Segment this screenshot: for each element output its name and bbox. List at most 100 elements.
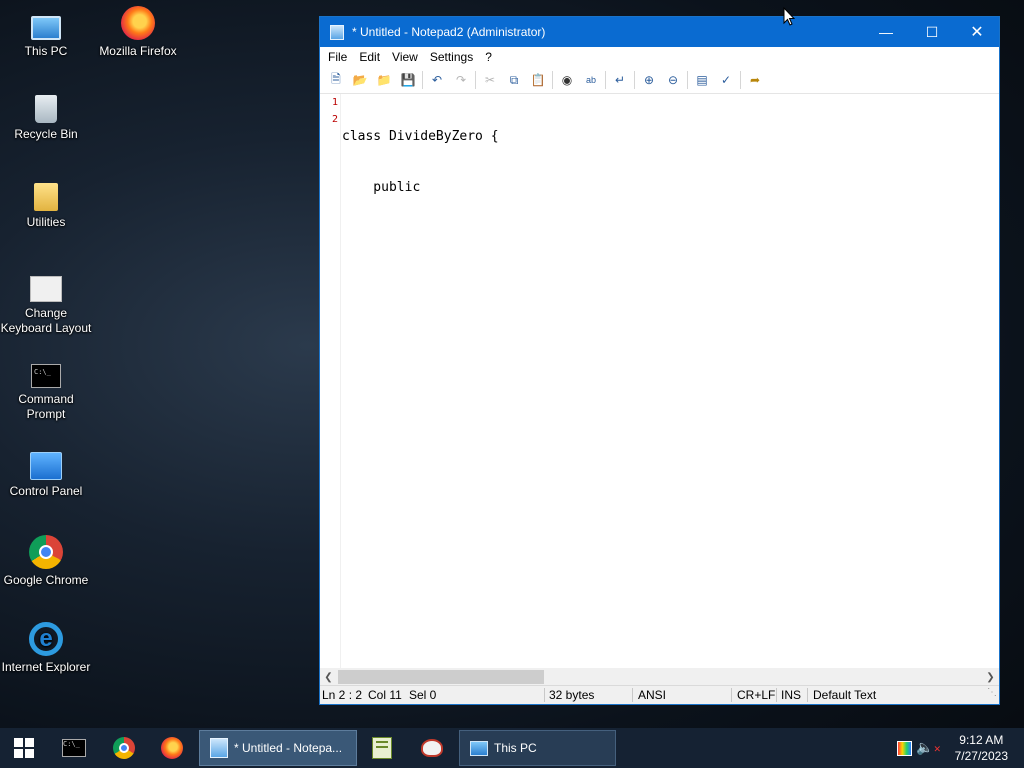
desktop-icon-label: Control Panel [9,484,83,498]
keyboard-layout-icon [30,276,62,302]
computer-icon [470,740,488,756]
desktop-icon-label: Command Prompt [18,392,74,421]
taskbar-chrome[interactable] [100,728,148,768]
clock[interactable]: 9:12 AM 7/27/2023 [955,732,1008,764]
status-divider [807,688,808,702]
desktop-icon-command-prompt[interactable]: C:\_ Command Prompt [0,358,92,422]
desktop-icon-label: Change Keyboard Layout [0,306,92,335]
desktop-icon-this-pc[interactable]: This PC [0,8,92,59]
clock-time: 9:12 AM [959,733,1004,747]
toolbar: 🗎 📂 📁 💾 ↶ ↷ ✂ ⧉ 📋 ◉ ab ↵ ⊕ ⊖ ▤ ✓ ➦ [320,67,999,94]
find-icon[interactable]: ◉ [557,70,577,90]
desktop-icon-label: Recycle Bin [14,127,78,141]
taskbar-paint-app[interactable] [408,728,456,768]
maximize-button[interactable]: ☐ [909,17,955,47]
menu-bar: File Edit View Settings ? [320,47,999,67]
minimize-button[interactable]: — [863,17,909,47]
command-prompt-icon: C:\_ [62,739,86,757]
control-panel-icon [30,452,62,480]
desktop-icon-change-keyboard-layout[interactable]: Change Keyboard Layout [0,270,92,336]
paste-icon[interactable]: 📋 [528,70,548,90]
exit-icon[interactable]: ➦ [745,70,765,90]
menu-file[interactable]: File [322,50,353,64]
toolbar-separator [740,71,741,89]
menu-view[interactable]: View [386,50,424,64]
code-line: public [342,180,421,195]
replace-icon[interactable]: ab [581,70,601,90]
internet-explorer-icon: e [29,622,63,656]
desktop-icon-recycle-bin[interactable]: Recycle Bin [0,95,92,142]
word-wrap-icon[interactable]: ↵ [610,70,630,90]
volume-muted-icon[interactable]: 🔈✕ [916,739,941,756]
status-divider [632,688,633,702]
firefox-icon [121,6,155,40]
task-label: This PC [494,741,537,755]
browse-icon[interactable]: 📁 [374,70,394,90]
status-encoding[interactable]: ANSI [638,688,666,702]
taskbar-command-prompt[interactable]: C:\_ [50,728,98,768]
cut-icon[interactable]: ✂ [480,70,500,90]
status-mode[interactable]: INS [781,688,801,702]
recycle-bin-icon [35,95,57,123]
undo-icon[interactable]: ↶ [427,70,447,90]
desktop-icon-utilities[interactable]: Utilities [0,183,92,230]
paint-icon [421,739,443,757]
start-button[interactable] [0,728,48,768]
scroll-left-icon[interactable]: ❮ [320,668,337,686]
redo-icon[interactable]: ↷ [451,70,471,90]
status-divider [544,688,545,702]
code-line: class DivideByZero { [342,129,499,144]
window-title: * Untitled - Notepad2 (Administrator) [352,25,546,39]
save-icon[interactable]: 💾 [398,70,418,90]
new-file-icon[interactable]: 🗎 [326,70,346,90]
menu-settings[interactable]: Settings [424,50,479,64]
toolbar-separator [422,71,423,89]
horizontal-scrollbar[interactable]: ❮ ❯ [320,668,999,686]
desktop-icon-label: Internet Explorer [1,660,91,674]
line-number-gutter: 1 2 [320,94,341,668]
status-scheme[interactable]: Default Text [813,688,876,702]
taskbar-firefox[interactable] [148,728,196,768]
status-column: Col 11 [368,688,402,702]
toolbar-separator [687,71,688,89]
taskbar-editor-app[interactable] [358,728,406,768]
desktop-icon-label: Mozilla Firefox [99,44,177,58]
clock-date: 7/27/2023 [954,749,1008,763]
chrome-icon [113,737,135,759]
status-size: 32 bytes [549,688,595,702]
scrollbar-thumb[interactable] [338,670,544,684]
status-position: Ln 2 : 2 [322,688,363,702]
desktop-icon-control-panel[interactable]: Control Panel [0,448,92,499]
menu-edit[interactable]: Edit [353,50,386,64]
notepad-window[interactable]: * Untitled - Notepad2 (Administrator) — … [319,16,1000,705]
desktop-icon-firefox[interactable]: Mozilla Firefox [92,6,184,59]
close-button[interactable]: ✕ [954,17,1000,47]
zoom-out-icon[interactable]: ⊖ [663,70,683,90]
scheme-icon[interactable]: ▤ [692,70,712,90]
scroll-right-icon[interactable]: ❯ [982,668,999,686]
open-folder-icon[interactable]: 📂 [350,70,370,90]
copy-icon[interactable]: ⧉ [504,70,524,90]
desktop-icon-internet-explorer[interactable]: e Internet Explorer [0,622,92,675]
taskbar-this-pc[interactable]: This PC [459,730,616,766]
computer-icon [31,16,61,40]
firefox-icon [161,737,183,759]
taskbar-notepad2[interactable]: * Untitled - Notepa... [199,730,357,766]
zoom-in-icon[interactable]: ⊕ [639,70,659,90]
resize-grip-icon[interactable]: ⋱ [987,687,997,698]
toolbar-separator [552,71,553,89]
title-bar[interactable]: * Untitled - Notepad2 (Administrator) — … [320,17,999,47]
status-line-ending[interactable]: CR+LF [737,688,775,702]
command-prompt-icon: C:\_ [31,364,61,388]
menu-help[interactable]: ? [479,50,498,64]
customize-scheme-icon[interactable]: ✓ [716,70,736,90]
editor-area[interactable]: 1 2 class DivideByZero { public [320,94,999,668]
task-label: * Untitled - Notepa... [234,741,343,755]
system-tray: 🔈✕ 9:12 AM 7/27/2023 [894,728,1024,768]
code-text[interactable]: class DivideByZero { public [342,94,499,230]
toolbar-separator [605,71,606,89]
desktop-icon-google-chrome[interactable]: Google Chrome [0,535,92,588]
chrome-icon [29,535,63,569]
color-display-icon[interactable] [897,741,912,756]
line-number: 2 [331,114,338,125]
